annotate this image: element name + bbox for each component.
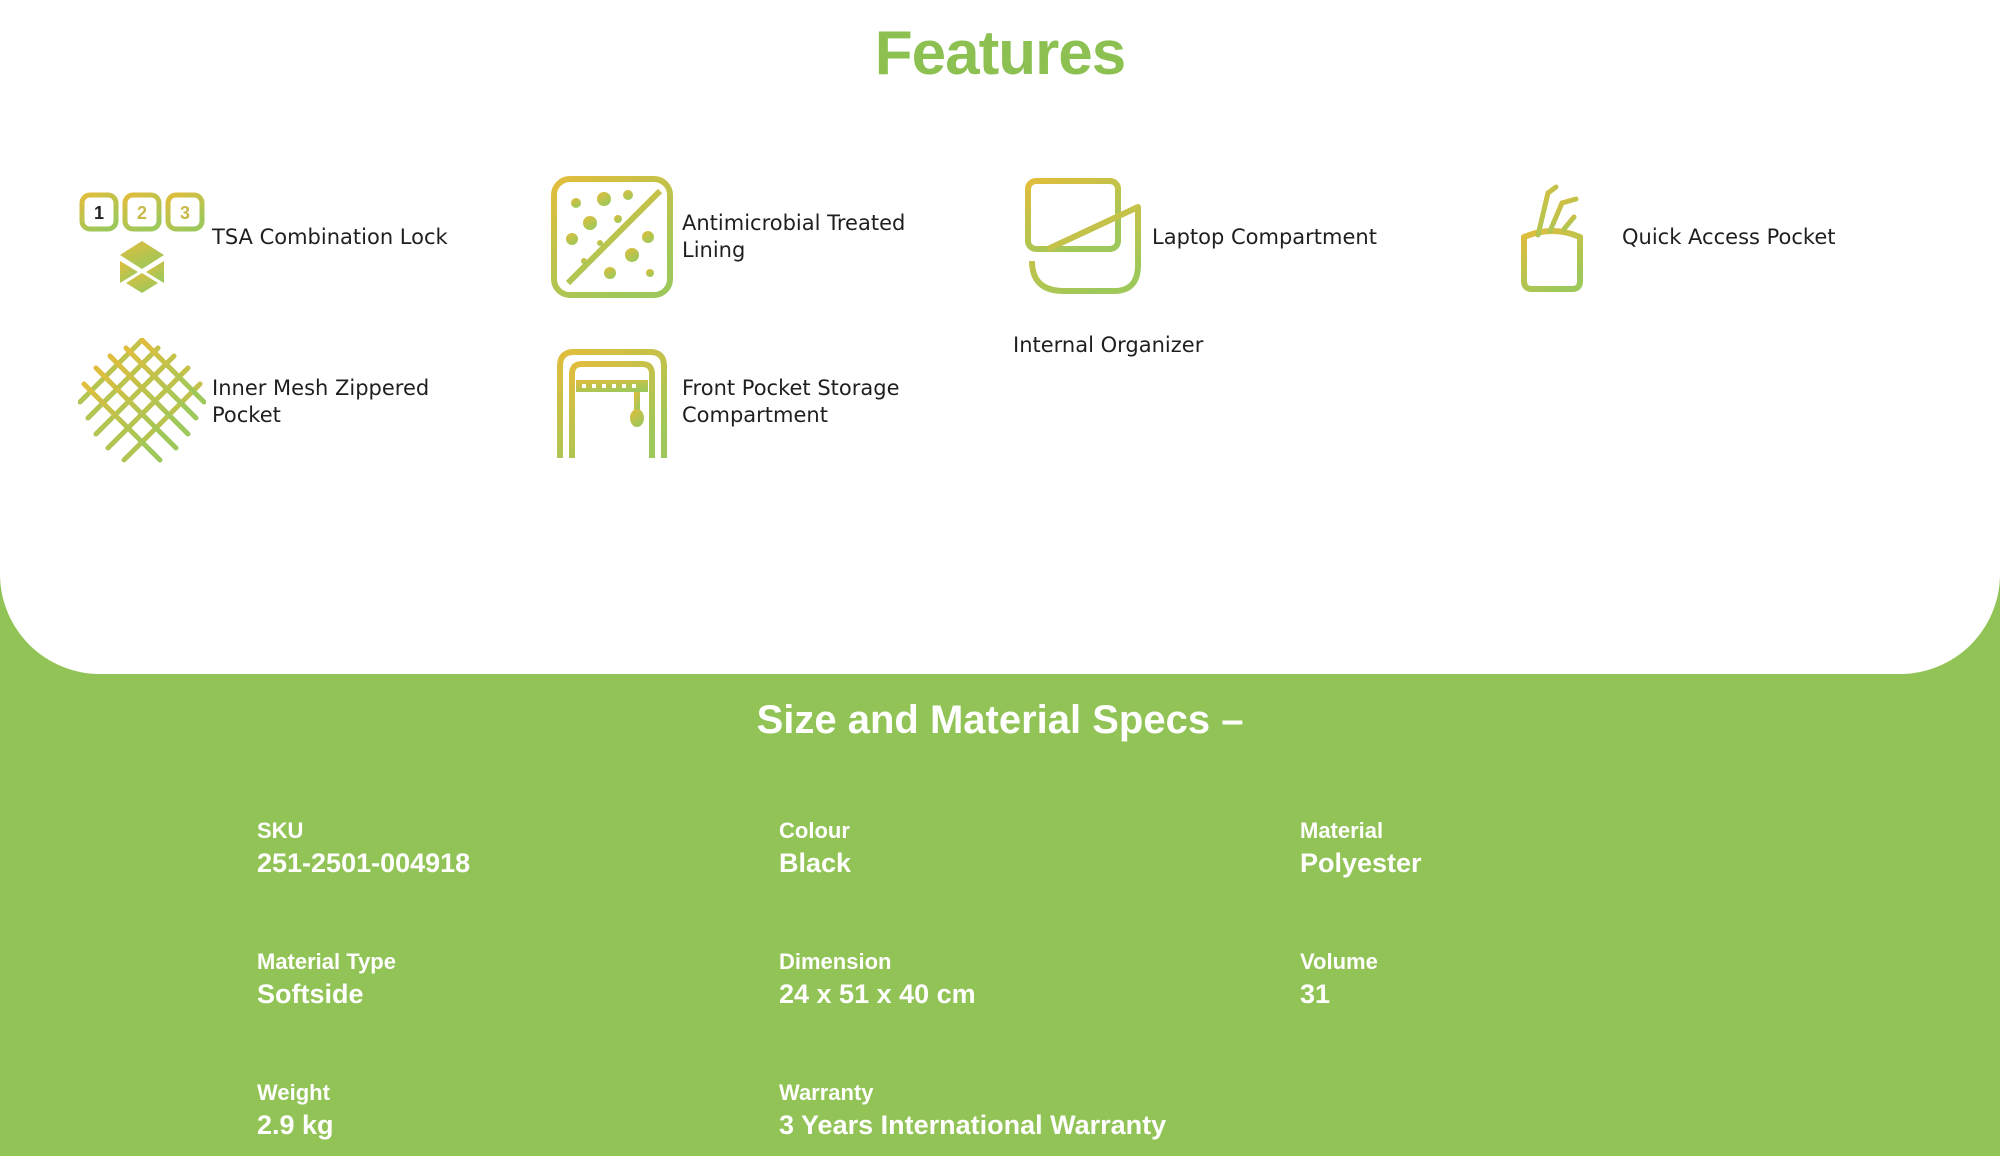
spec-colour: Colour Black [779,817,851,881]
spec-key: SKU [257,818,304,843]
spec-value: 251-2501-004918 [257,848,471,878]
spec-key: Warranty [779,1080,874,1105]
mesh-icon [78,338,206,466]
quick-access-pocket-icon [1488,173,1616,301]
spec-weight: Weight 2.9 kg [257,1079,334,1143]
feature-label: Quick Access Pocket [1622,224,1836,249]
spec-value: 31 [1300,979,1331,1009]
feature-label: Front Pocket Storage Compartment [682,376,900,427]
laptop-icon [1018,173,1146,301]
feature-antimicrobial: Antimicrobial Treated Lining [548,173,922,301]
feature-laptop: Laptop Compartment [1018,173,1392,301]
spec-value: Black [779,848,852,878]
feature-label: Antimicrobial Treated Lining [682,211,906,262]
feature-inner-mesh: Inner Mesh Zippered Pocket [78,338,452,466]
features-title: Features [874,19,1126,88]
spec-material: Material Polyester [1300,817,1422,881]
spec-key: Material Type [257,949,396,974]
svg-text:2: 2 [137,203,147,223]
feature-quick-access-pocket: Quick Access Pocket [1488,173,1862,301]
feature-label: Inner Mesh Zippered Pocket [212,376,430,427]
svg-text:3: 3 [180,203,190,223]
feature-front-pocket: Front Pocket Storage Compartment [548,338,922,466]
specs-title: Size and Material Specs – [756,698,1244,742]
features-section: Features 1 2 3 TSA Combination Lock Anti… [0,0,2000,674]
spec-key: Colour [779,818,850,843]
spec-key: Weight [257,1080,330,1105]
spec-key: Dimension [779,949,892,974]
spec-dimension: Dimension 24 x 51 x 40 cm [779,948,976,1012]
spec-volume: Volume 31 [1300,948,1378,1012]
spec-value: 3 Years International Warranty [779,1110,1167,1140]
spec-value: 2.9 kg [257,1110,334,1140]
spec-key: Material [1300,818,1384,843]
front-pocket-icon [548,338,676,466]
antimicrobial-icon [548,173,676,301]
internal-organizer-label: Internal Organizer [1013,333,1204,357]
feature-label: Laptop Compartment [1152,224,1377,249]
spec-warranty: Warranty 3 Years International Warranty [779,1079,1166,1143]
feature-label: TSA Combination Lock [212,224,448,249]
tsa-lock-icon: 1 2 3 [78,173,206,301]
spec-material-type: Material Type Softside [257,948,396,1012]
spec-sku: SKU 251-2501-004918 [257,817,470,881]
spec-value: Softside [257,979,364,1009]
spec-value: Polyester [1300,848,1422,878]
feature-tsa-lock: 1 2 3 TSA Combination Lock [78,173,452,301]
spec-key: Volume [1300,949,1378,974]
spec-value: 24 x 51 x 40 cm [779,979,976,1009]
svg-text:1: 1 [94,203,104,223]
